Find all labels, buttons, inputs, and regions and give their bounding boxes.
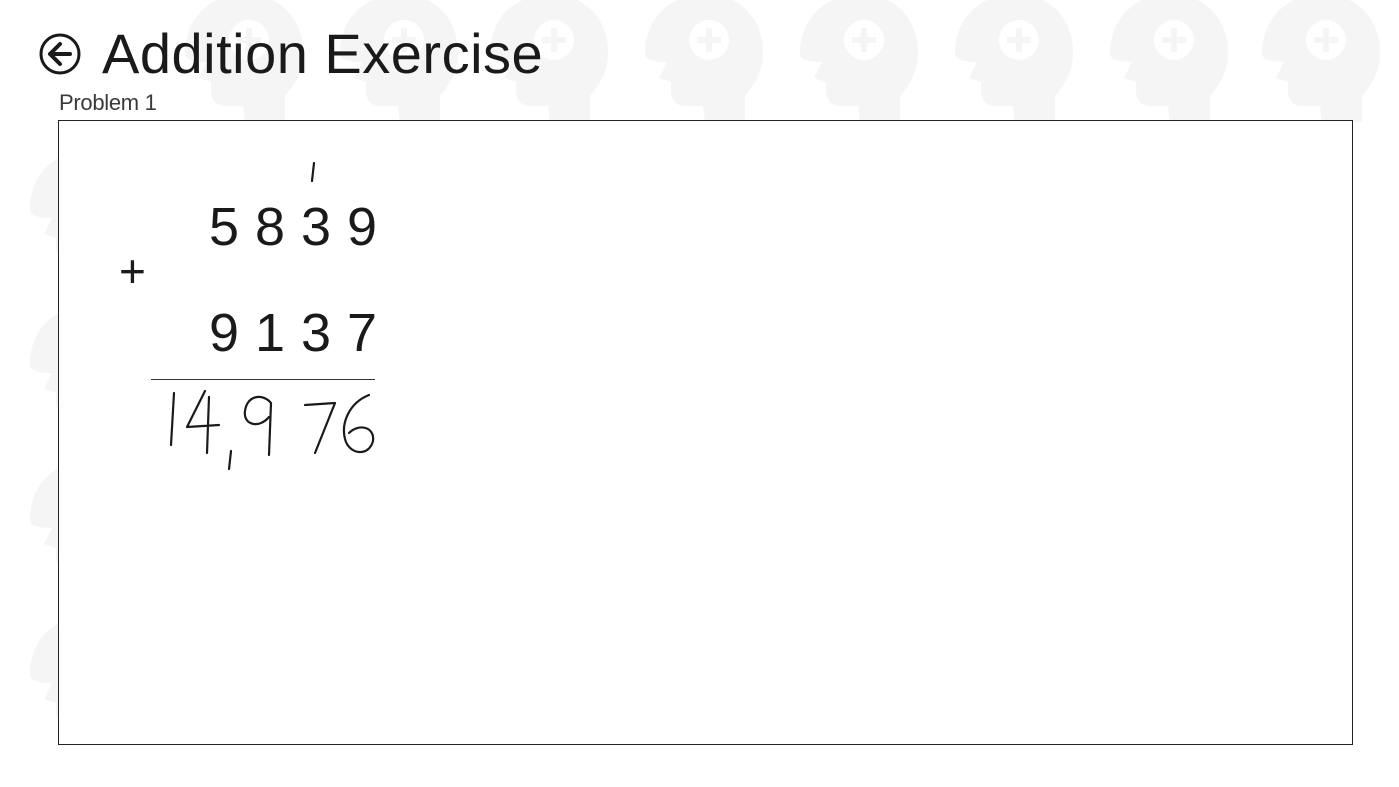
digit: 3 — [300, 197, 332, 257]
page-title: Addition Exercise — [102, 22, 544, 85]
ink-digit-7 — [303, 401, 337, 455]
sum-line — [151, 379, 375, 380]
digit: 1 — [254, 303, 286, 363]
problem-label: Problem 1 — [59, 90, 157, 115]
app-page: Addition Exercise Problem 1 5 8 3 9 + 9 … — [0, 0, 1399, 787]
ink-digit-4 — [185, 389, 221, 455]
ink-comma — [227, 449, 233, 471]
ink-digit-9 — [243, 395, 273, 457]
plus-operator: + — [119, 245, 146, 297]
ink-digit-1 — [169, 391, 176, 447]
digit: 8 — [254, 197, 286, 257]
digit: 3 — [300, 303, 332, 363]
addend-top: 5 8 3 9 — [201, 197, 385, 257]
ink-digit-6 — [342, 393, 375, 454]
addend-bottom: 9 1 3 7 — [201, 303, 385, 363]
digit: 7 — [346, 303, 378, 363]
digit: 5 — [208, 197, 240, 257]
digit: 9 — [346, 197, 378, 257]
digit: 9 — [208, 303, 240, 363]
ink-canvas[interactable]: 5 8 3 9 + 9 1 3 7 — [58, 120, 1353, 745]
back-arrow-circle-icon — [39, 33, 81, 75]
back-button[interactable] — [38, 32, 82, 76]
carry-mark — [310, 161, 316, 183]
